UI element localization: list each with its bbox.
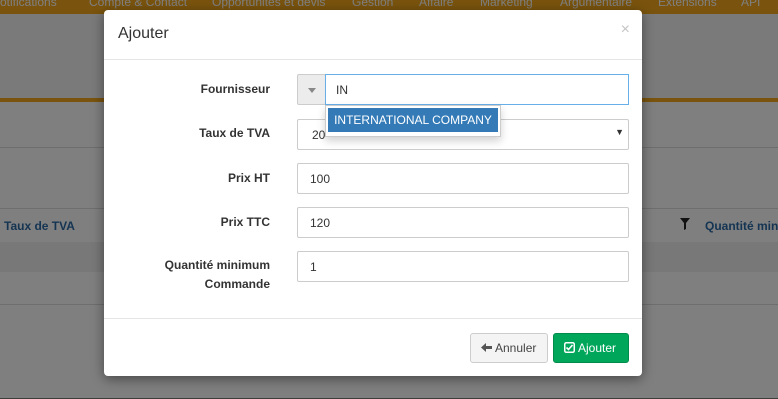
taux-tva-value: 20 (312, 128, 326, 142)
suggestion-item[interactable]: INTERNATIONAL COMPANY (328, 108, 498, 132)
cancel-button[interactable]: Annuler (470, 333, 548, 363)
quantite-label: Quantité minimum Commande (104, 256, 270, 294)
add-button[interactable]: Ajouter (553, 333, 629, 363)
prix-ht-input[interactable] (297, 163, 629, 194)
fournisseur-dropdown-toggle[interactable] (297, 74, 326, 105)
prix-ttc-input[interactable] (297, 207, 629, 238)
prix-ttc-label: Prix TTC (220, 215, 270, 229)
quantite-label-line2: Commande (204, 277, 270, 291)
close-icon[interactable]: × (621, 22, 630, 38)
fournisseur-input[interactable] (325, 74, 629, 105)
prix-ht-label: Prix HT (227, 171, 270, 185)
autocomplete-dropdown: INTERNATIONAL COMPANY (325, 105, 501, 137)
quantite-label-line1: Quantité minimum (164, 258, 270, 272)
modal-header: Ajouter × (104, 10, 642, 60)
modal-footer: Annuler Ajouter (104, 318, 642, 376)
modal-title: Ajouter (118, 25, 169, 42)
arrow-left-icon (481, 343, 492, 352)
fournisseur-label: Fournisseur (200, 82, 270, 96)
check-square-icon (564, 342, 575, 353)
cancel-button-label: Annuler (495, 341, 537, 355)
caret-down-icon (308, 88, 316, 93)
taux-tva-label: Taux de TVA (199, 126, 270, 140)
quantite-input[interactable] (297, 251, 629, 282)
add-supplier-modal: Ajouter × Fournisseur Taux de TVA 20 ▼ I… (104, 10, 642, 376)
caret-down-icon: ▼ (615, 127, 624, 137)
add-button-label: Ajouter (578, 341, 617, 355)
